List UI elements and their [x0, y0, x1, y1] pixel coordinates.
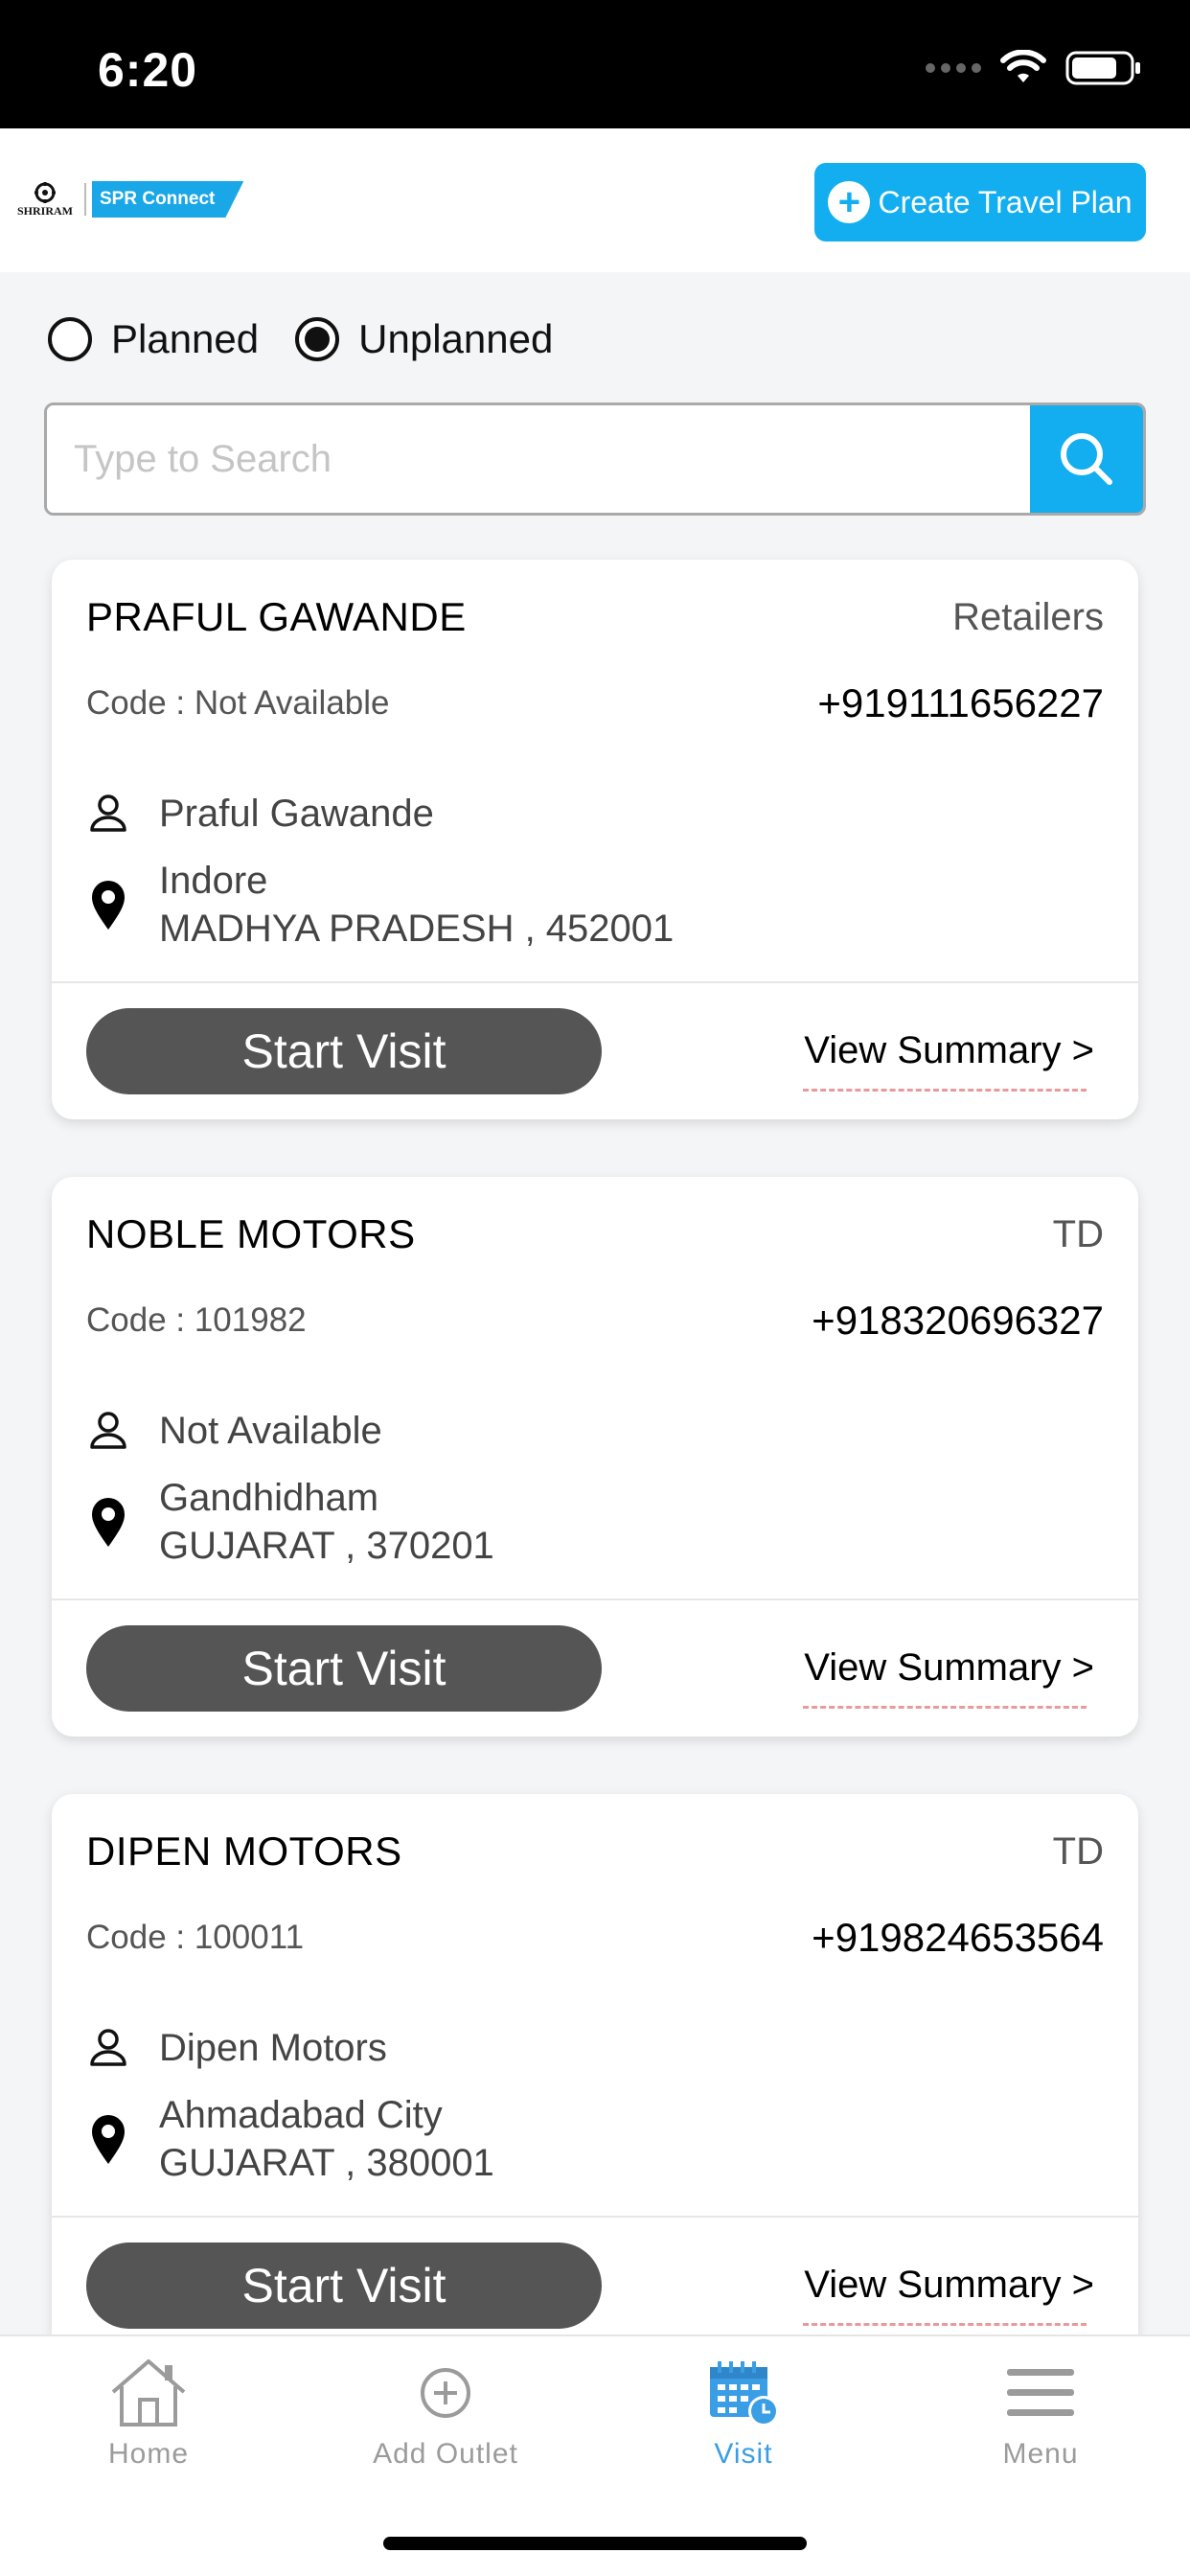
search-input[interactable]: [47, 405, 1034, 513]
create-travel-plan-label: Create Travel Plan: [878, 184, 1133, 219]
contact-row: Dipen Motors: [86, 2026, 387, 2070]
address-row: Indore MADHYA PRADESH , 452001: [86, 857, 674, 953]
calendar-clock-icon: [710, 2361, 779, 2426]
outlet-code: Code : 100011: [86, 1919, 305, 1956]
person-icon: [90, 2029, 126, 2066]
outlet-phone[interactable]: +918320696327: [812, 1298, 1104, 1344]
status-bar: 6:20: [0, 0, 1190, 128]
location-pin-icon: [92, 2115, 125, 2164]
radio-planned[interactable]: Planned: [48, 316, 259, 362]
outlet-name: NOBLE MOTORS: [86, 1211, 416, 1256]
create-travel-plan-button[interactable]: + Create Travel Plan: [814, 163, 1146, 242]
start-visit-button[interactable]: Start Visit: [86, 2242, 602, 2329]
address-row: Ahmadabad City GUJARAT , 380001: [86, 2091, 494, 2187]
outlet-name: DIPEN MOTORS: [86, 1828, 402, 1874]
outlet-card: NOBLE MOTORS TD Code : 101982 +918320696…: [52, 1177, 1138, 1736]
spr-connect-badge: SPR Connect: [92, 181, 244, 218]
radio-unchecked-icon: [48, 317, 92, 361]
address-lines: Indore MADHYA PRADESH , 452001: [159, 857, 674, 953]
address-state-pin: MADHYA PRADESH , 452001: [159, 908, 675, 950]
person-icon: [90, 794, 126, 832]
view-summary-link[interactable]: View Summary >: [804, 1646, 1094, 1690]
home-indicator[interactable]: [383, 2537, 807, 2550]
home-icon: [111, 2359, 186, 2426]
address-city: Gandhidham: [159, 1477, 379, 1519]
card-divider: [52, 1598, 1138, 1600]
person-icon: [90, 1412, 126, 1449]
address-city: Ahmadabad City: [159, 2094, 443, 2136]
radio-unplanned-label: Unplanned: [358, 316, 554, 361]
nav-menu[interactable]: Menu: [945, 2358, 1136, 2471]
view-summary-link[interactable]: View Summary >: [804, 2264, 1094, 2307]
nav-add-outlet[interactable]: Add Outlet: [350, 2358, 541, 2471]
radio-unplanned[interactable]: Unplanned: [295, 316, 553, 362]
search-bar: [44, 402, 1146, 516]
shriram-logo: SHRIRAM: [11, 180, 79, 218]
logo-divider: [84, 183, 86, 216]
card-divider: [52, 2216, 1138, 2218]
battery-icon: [1065, 51, 1140, 85]
contact-name: Not Available: [159, 1409, 382, 1452]
location-pin-icon: [92, 881, 125, 930]
address-state-pin: GUJARAT , 380001: [159, 2142, 494, 2184]
search-button[interactable]: [1030, 405, 1143, 513]
outlet-phone[interactable]: +919824653564: [812, 1915, 1104, 1961]
view-summary-underline: [803, 1089, 1087, 1092]
hamburger-icon: [1007, 2369, 1074, 2416]
nav-menu-label: Menu: [1002, 2438, 1079, 2470]
nav-home[interactable]: Home: [53, 2358, 244, 2471]
address-state-pin: GUJARAT , 370201: [159, 1525, 494, 1567]
contact-name: Praful Gawande: [159, 792, 434, 835]
view-summary-underline: [803, 1706, 1087, 1709]
address-lines: Gandhidham GUJARAT , 370201: [159, 1474, 494, 1570]
plus-circle-icon: [421, 2368, 470, 2418]
outlet-code: Code : 101982: [86, 1301, 307, 1339]
address-city: Indore: [159, 860, 268, 902]
contact-name: Dipen Motors: [159, 2026, 387, 2069]
outlet-phone[interactable]: +919111656227: [817, 680, 1104, 726]
view-summary-link[interactable]: View Summary >: [804, 1029, 1094, 1072]
plus-circle-icon: +: [828, 181, 871, 223]
nav-add-outlet-label: Add Outlet: [373, 2438, 518, 2470]
radio-planned-label: Planned: [111, 316, 260, 361]
brand-logo: SHRIRAM SPR Connect: [11, 180, 244, 218]
visit-type-filter: Planned Unplanned: [48, 316, 553, 362]
radio-checked-icon: [295, 317, 340, 361]
outlet-name: PRAFUL GAWANDE: [86, 594, 467, 639]
outlet-code: Code : Not Available: [86, 684, 390, 722]
status-time: 6:20: [98, 43, 198, 97]
start-visit-button[interactable]: Start Visit: [86, 1008, 602, 1094]
view-summary-underline: [803, 2323, 1087, 2326]
card-divider: [52, 981, 1138, 983]
outlet-card: DIPEN MOTORS TD Code : 100011 +919824653…: [52, 1794, 1138, 2354]
contact-row: Not Available: [86, 1409, 382, 1453]
nav-home-label: Home: [107, 2438, 190, 2470]
address-lines: Ahmadabad City GUJARAT , 380001: [159, 2091, 494, 2187]
contact-row: Praful Gawande: [86, 792, 434, 836]
cellular-signal-icon: [926, 63, 981, 73]
outlet-type: TD: [1052, 1213, 1104, 1255]
nav-visit-label: Visit: [714, 2438, 773, 2470]
app-header: SHRIRAM SPR Connect + Create Travel Plan: [0, 128, 1190, 272]
outlet-type: TD: [1052, 1830, 1104, 1873]
logo-wordmark: SHRIRAM: [16, 203, 73, 218]
outlet-type: Retailers: [952, 596, 1104, 638]
nav-visit[interactable]: Visit: [648, 2358, 839, 2471]
wifi-icon: [1000, 50, 1046, 82]
search-icon: [1061, 433, 1112, 485]
address-row: Gandhidham GUJARAT , 370201: [86, 1474, 494, 1570]
location-pin-icon: [92, 1498, 125, 1547]
status-indicators: [926, 50, 1142, 86]
outlet-card: PRAFUL GAWANDE Retailers Code : Not Avai…: [52, 560, 1138, 1119]
gear-emblem-icon: [34, 181, 56, 203]
start-visit-button[interactable]: Start Visit: [86, 1625, 602, 1712]
